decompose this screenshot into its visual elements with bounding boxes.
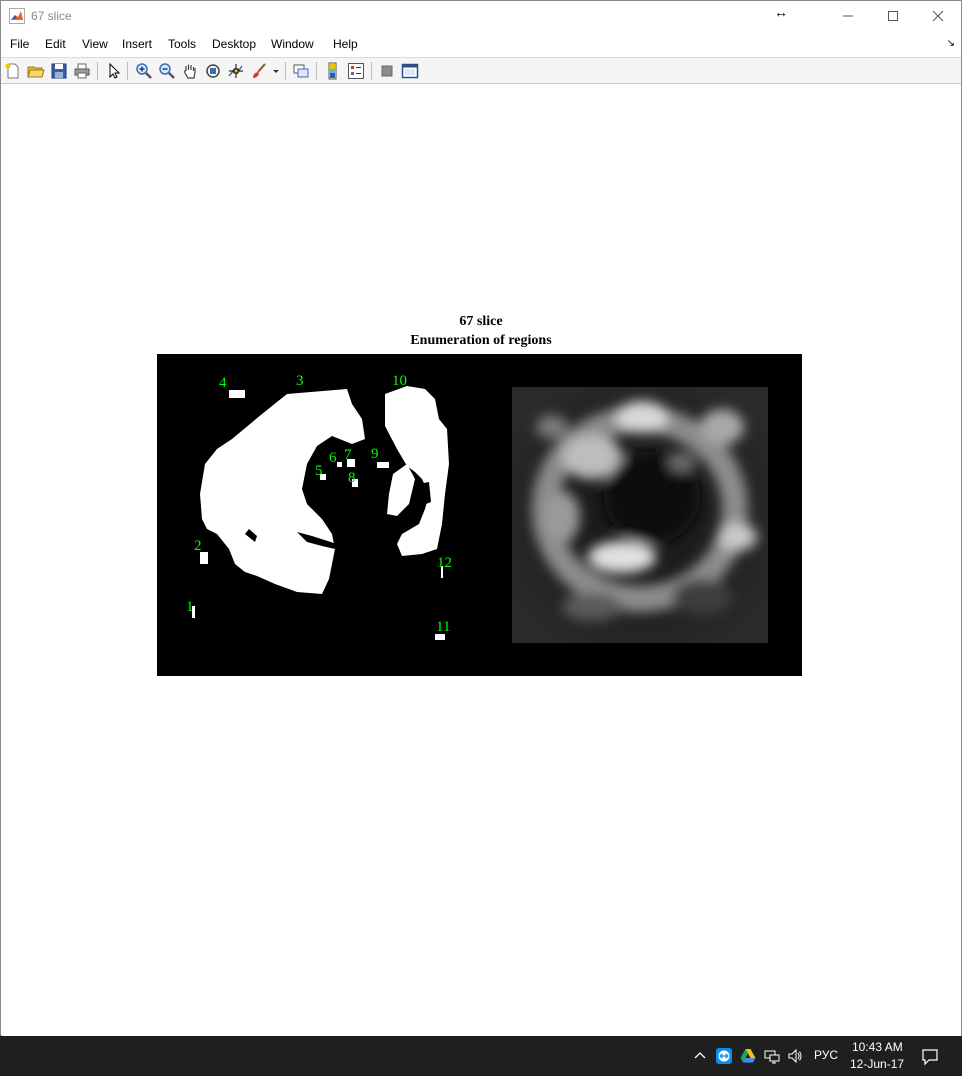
region-label-11: 11	[436, 619, 451, 635]
region-label-12: 12	[437, 555, 452, 571]
region-label-1: 1	[186, 599, 194, 615]
pointer-icon[interactable]	[105, 62, 123, 80]
toolbar-separator	[371, 62, 372, 80]
link-plot-icon[interactable]	[292, 62, 310, 80]
region-label-9: 9	[371, 446, 379, 462]
clock-time[interactable]: 10:43 AM	[852, 1040, 903, 1054]
menu-edit[interactable]: Edit	[45, 37, 66, 51]
rotate-3d-icon[interactable]	[204, 62, 222, 80]
dock-arrow-icon[interactable]: ↘	[947, 38, 955, 49]
teamviewer-icon[interactable]	[716, 1048, 732, 1064]
toolbar-separator	[285, 62, 286, 80]
maximize-button[interactable]	[870, 1, 916, 31]
menu-file[interactable]: File	[10, 37, 29, 51]
close-icon	[932, 10, 944, 22]
zoom-in-icon[interactable]	[135, 62, 153, 80]
image-axes[interactable]: 1 2 3 4 5 6 7 8 9 10 11 12	[157, 354, 802, 676]
toolbar-separator	[97, 62, 98, 80]
minimize-icon	[843, 15, 853, 17]
save-icon[interactable]	[50, 62, 68, 80]
toolbar-separator	[127, 62, 128, 80]
network-icon[interactable]	[764, 1048, 780, 1064]
zoom-out-icon[interactable]	[158, 62, 176, 80]
menu-view[interactable]: View	[82, 37, 108, 51]
maximize-icon	[888, 11, 898, 21]
chevron-up-icon[interactable]	[692, 1048, 708, 1064]
volume-icon[interactable]	[787, 1048, 803, 1064]
clock-date[interactable]: 12-Jun-17	[850, 1057, 904, 1071]
google-drive-icon[interactable]	[740, 1048, 756, 1064]
new-figure-icon[interactable]	[4, 62, 22, 80]
region-label-6: 6	[329, 450, 337, 466]
plot-title-line2: Enumeration of regions	[410, 333, 552, 348]
legend-icon[interactable]	[347, 62, 365, 80]
menu-tools[interactable]: Tools	[168, 37, 196, 51]
menu-bar: File Edit View Insert Tools Desktop Wind…	[1, 32, 961, 57]
minimize-button[interactable]	[825, 1, 871, 31]
hide-plot-tools-icon[interactable]	[378, 62, 396, 80]
colorbar-icon[interactable]	[324, 62, 342, 80]
region-label-7: 7	[344, 447, 352, 463]
taskbar: РУС 10:43 AM 12-Jun-17	[0, 1036, 962, 1076]
region-label-5: 5	[315, 463, 323, 479]
brush-icon[interactable]	[250, 62, 268, 80]
window-title: 67 slice	[31, 9, 72, 23]
toolbar-separator	[316, 62, 317, 80]
menu-desktop[interactable]: Desktop	[212, 37, 256, 51]
language-indicator[interactable]: РУС	[814, 1048, 838, 1062]
open-file-icon[interactable]	[27, 62, 45, 80]
data-cursor-icon[interactable]	[227, 62, 245, 80]
figure-toolbar	[1, 57, 961, 84]
region-label-8: 8	[348, 470, 356, 486]
title-bar[interactable]: 67 slice ↔	[1, 1, 961, 32]
pan-icon[interactable]	[181, 62, 199, 80]
plot-title-line1: 67 slice	[459, 314, 503, 329]
region-label-4: 4	[219, 375, 227, 391]
menu-window[interactable]: Window	[271, 37, 314, 51]
brush-dropdown-icon[interactable]	[271, 62, 281, 80]
matlab-icon	[9, 8, 25, 24]
region-label-10: 10	[392, 373, 407, 389]
show-plot-tools-icon[interactable]	[401, 62, 419, 80]
close-button[interactable]	[915, 1, 961, 31]
region-label-2: 2	[194, 538, 202, 554]
menu-insert[interactable]: Insert	[122, 37, 152, 51]
resize-cursor-icon: ↔	[774, 4, 788, 20]
notifications-icon[interactable]	[921, 1048, 938, 1066]
print-icon[interactable]	[73, 62, 91, 80]
mri-slice-image	[512, 387, 768, 643]
menu-help[interactable]: Help	[333, 37, 358, 51]
region-label-3: 3	[296, 373, 304, 389]
